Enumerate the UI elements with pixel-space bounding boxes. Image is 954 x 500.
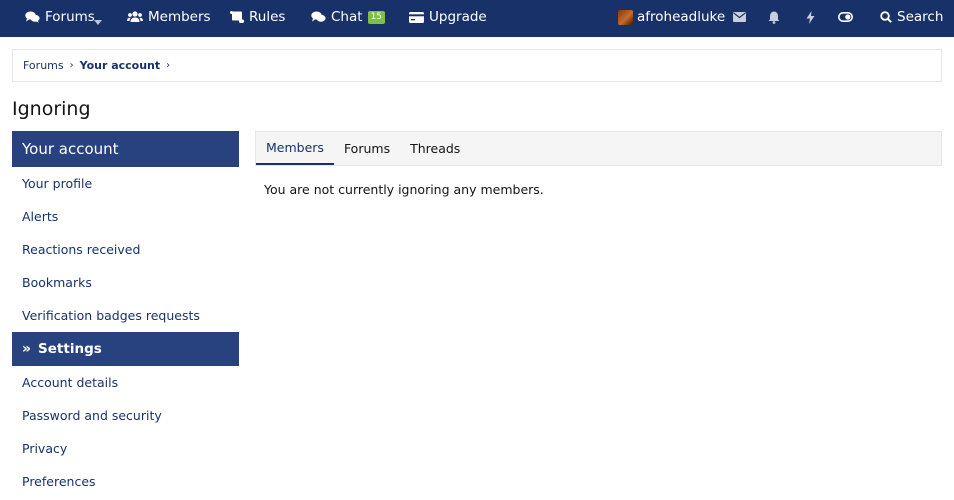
sidebar-item-bookmarks[interactable]: Bookmarks [12, 266, 239, 299]
chat-count-badge: 15 [367, 10, 386, 24]
sidebar-item-alerts[interactable]: Alerts [12, 200, 239, 233]
chevron-right-icon: › [69, 60, 74, 71]
nav-upgrade[interactable]: Upgrade [409, 0, 487, 34]
sidebar-item-account-details[interactable]: Account details [12, 366, 239, 399]
sidebar-item-password-and-security[interactable]: Password and security [12, 399, 239, 432]
nav-upgrade-label: Upgrade [429, 9, 487, 25]
chat-icon [311, 11, 326, 23]
sidebar-header-your-account[interactable]: Your account [12, 131, 239, 167]
avatar [618, 9, 633, 25]
sidebar-item-preferences[interactable]: Preferences [12, 465, 239, 498]
nav-members-label: Members [148, 9, 211, 25]
bell-icon[interactable] [766, 0, 782, 34]
tab-forums[interactable]: Forums [334, 132, 400, 165]
envelope-icon[interactable] [731, 0, 747, 34]
sidebar-header-settings-label: Settings [38, 341, 102, 357]
comments-icon [25, 11, 40, 23]
ignore-tabs: Members Forums Threads [255, 131, 942, 166]
search-button[interactable]: Search [880, 0, 943, 34]
nav-rules[interactable]: Rules [230, 0, 285, 34]
sidebar-item-privacy[interactable]: Privacy [12, 432, 239, 465]
nav-rules-label: Rules [249, 9, 286, 25]
breadcrumb-your-account[interactable]: Your account [80, 59, 161, 72]
toggle-icon[interactable] [836, 0, 854, 34]
nav-chat[interactable]: Chat 15 [311, 0, 386, 34]
tab-threads[interactable]: Threads [400, 132, 470, 165]
nav-chat-label: Chat [331, 9, 363, 25]
chevron-right-icon: › [166, 60, 171, 71]
breadcrumb-forums[interactable]: Forums [23, 59, 64, 72]
tab-members[interactable]: Members [256, 132, 334, 165]
nav-forums-label: Forums [45, 9, 95, 25]
user-account-link[interactable]: afroheadluke [618, 0, 725, 34]
top-nav: Forums Members Rules Chat 15 Upgrade afr… [0, 0, 954, 37]
sidebar-header-settings[interactable]: » Settings [12, 332, 239, 366]
scroll-icon [230, 11, 244, 23]
sidebar-item-your-profile[interactable]: Your profile [12, 167, 239, 200]
nav-forums[interactable]: Forums [25, 0, 95, 34]
sidebar-item-reactions-received[interactable]: Reactions received [12, 233, 239, 266]
search-icon [880, 11, 892, 23]
bolt-icon[interactable] [803, 0, 817, 34]
double-chevron-right-icon: » [22, 341, 32, 357]
username: afroheadluke [637, 9, 726, 25]
search-label: Search [897, 9, 944, 25]
nav-members[interactable]: Members [127, 0, 211, 34]
account-sidebar: Your account Your profile Alerts Reactio… [12, 131, 239, 498]
credit-card-icon [409, 11, 424, 23]
empty-state-message: You are not currently ignoring any membe… [264, 182, 544, 197]
page-title: Ignoring [12, 98, 91, 120]
users-icon [127, 11, 143, 23]
sidebar-item-verification-badges-requests[interactable]: Verification badges requests [12, 299, 239, 332]
breadcrumb: Forums › Your account › [12, 49, 942, 82]
chevron-down-icon[interactable] [94, 11, 102, 30]
